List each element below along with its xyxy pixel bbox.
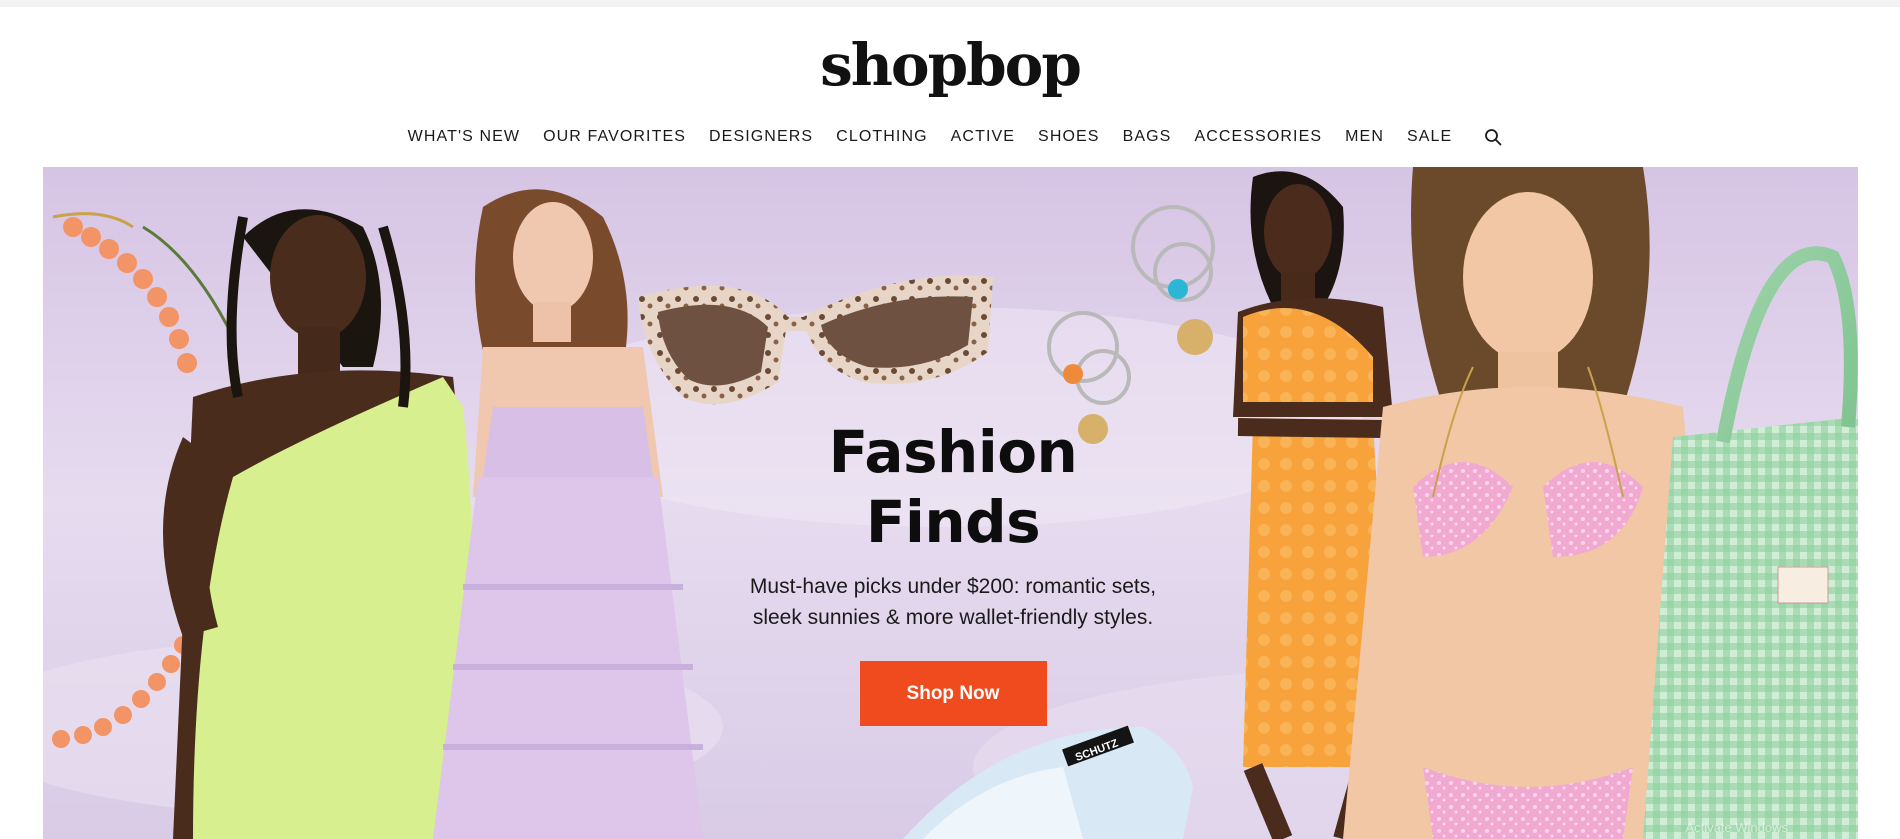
nav-item-shoes[interactable]: SHOES [1038,128,1100,146]
hero-subtitle: Must-have picks under $200: romantic set… [749,575,1157,629]
nav-item-accessories[interactable]: ACCESSORIES [1194,128,1322,146]
nav-item-men[interactable]: MEN [1345,128,1384,146]
nav-item-active[interactable]: ACTIVE [951,128,1015,146]
nav-item-clothing[interactable]: CLOTHING [836,128,927,146]
search-icon[interactable] [1482,126,1504,148]
hero-title: Fashion Finds [828,418,1078,556]
nav-item-whats-new[interactable]: WHAT'S NEW [408,128,520,146]
nav-item-designers[interactable]: DESIGNERS [709,128,813,146]
hero-text-block: Fashion Finds Must-have picks under $200… [743,417,1163,726]
nav-item-bags[interactable]: BAGS [1123,128,1172,146]
main-nav: WHAT'S NEW OUR FAVORITES DESIGNERS CLOTH… [0,124,1900,150]
site-logo[interactable]: shopbop [0,30,1900,100]
os-watermark: Activate Windows [1685,820,1788,835]
hero-banner[interactable]: SCHUTZ Fashion Finds Must-have picks und… [43,167,1858,839]
nav-item-sale[interactable]: SALE [1407,128,1452,146]
shop-now-button[interactable]: Shop Now [859,661,1047,726]
top-strip [0,0,1900,7]
nav-item-our-favorites[interactable]: OUR FAVORITES [543,128,686,146]
